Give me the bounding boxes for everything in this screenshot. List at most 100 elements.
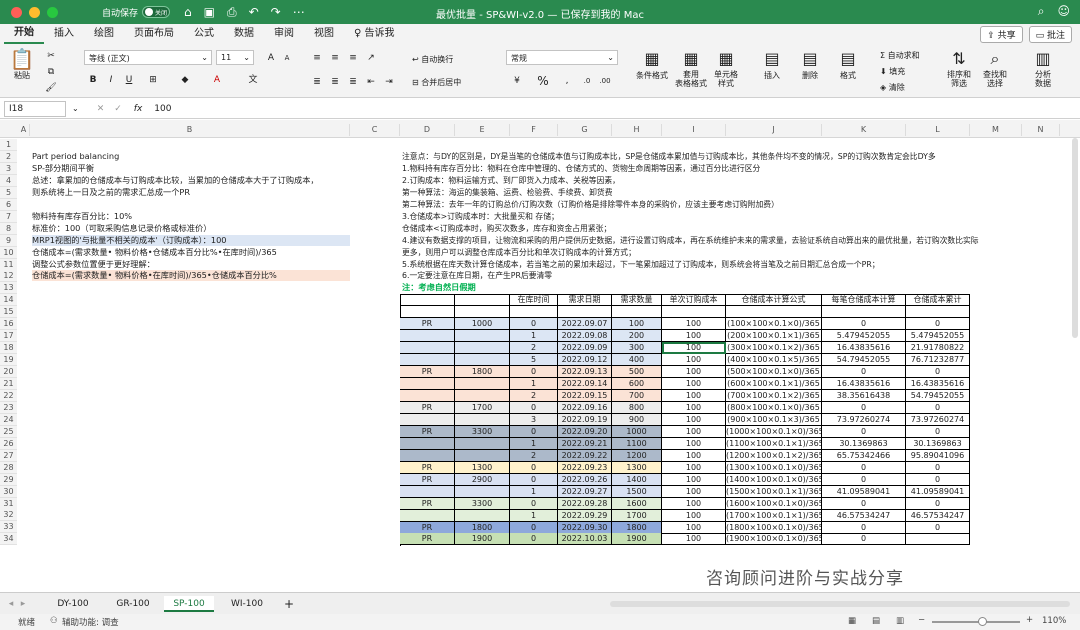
- column-header[interactable]: I: [662, 124, 726, 136]
- table-cell[interactable]: 2022.09.12: [558, 354, 612, 367]
- table-cell[interactable]: 2022.09.22: [558, 449, 612, 462]
- cancel-icon[interactable]: ✕: [97, 104, 105, 114]
- table-cell[interactable]: 1900: [455, 533, 510, 546]
- row-header[interactable]: 29: [0, 473, 17, 486]
- find-select-button[interactable]: ⌕ 查找和 选择: [978, 48, 1012, 88]
- account-icon[interactable]: ☺: [1057, 4, 1070, 19]
- table-cell[interactable]: 100: [662, 509, 726, 522]
- column-header[interactable]: M: [970, 124, 1022, 136]
- table-cell[interactable]: 0: [822, 425, 906, 438]
- row-header[interactable]: 20: [0, 366, 17, 379]
- table-cell[interactable]: 2: [510, 342, 558, 355]
- table-cell[interactable]: [455, 413, 510, 426]
- bold-icon[interactable]: B: [86, 74, 100, 86]
- table-cell[interactable]: (1600×100×0.1×0)/365: [726, 497, 822, 510]
- copy-icon[interactable]: ⧉: [44, 66, 58, 78]
- table-cell[interactable]: 100: [662, 437, 726, 450]
- analyze-data-button[interactable]: ▥ 分析 数据: [1026, 48, 1060, 88]
- cut-icon[interactable]: ✂: [44, 50, 58, 62]
- table-cell[interactable]: 2022.09.07: [558, 318, 612, 331]
- function-icon[interactable]: fx: [134, 104, 143, 114]
- table-cell[interactable]: 38.35616438: [822, 390, 906, 403]
- table-cell[interactable]: [455, 437, 510, 450]
- table-cell[interactable]: 2900: [455, 473, 510, 486]
- table-cell[interactable]: 0: [906, 366, 970, 379]
- normal-view-icon[interactable]: ▦: [848, 616, 856, 626]
- table-cell[interactable]: PR: [400, 461, 455, 474]
- table-cell[interactable]: (1700×100×0.1×1)/365: [726, 509, 822, 522]
- zoom-slider[interactable]: [932, 617, 1020, 626]
- table-cell[interactable]: [455, 449, 510, 462]
- table-cell[interactable]: 2022.09.15: [558, 390, 612, 403]
- table-cell[interactable]: 73.97260274: [906, 413, 970, 426]
- table-cell[interactable]: (400×100×0.1×5)/365: [726, 354, 822, 367]
- table-cell[interactable]: 0: [510, 425, 558, 438]
- table-cell[interactable]: 1300: [455, 461, 510, 474]
- table-cell[interactable]: 2022.09.21: [558, 437, 612, 450]
- row-header[interactable]: 13: [0, 282, 17, 295]
- table-cell[interactable]: 2022.09.13: [558, 366, 612, 379]
- table-cell[interactable]: 41.09589041: [906, 485, 970, 498]
- table-cell[interactable]: [400, 485, 455, 498]
- table-cell[interactable]: 5: [510, 354, 558, 367]
- table-cell[interactable]: 2022.09.28: [558, 497, 612, 510]
- table-cell[interactable]: 76.71232877: [906, 354, 970, 367]
- table-cell[interactable]: 100: [662, 461, 726, 474]
- table-cell[interactable]: [455, 330, 510, 343]
- tab-view[interactable]: 视图: [304, 25, 344, 43]
- table-cell[interactable]: (800×100×0.1×0)/365: [726, 402, 822, 414]
- table-cell[interactable]: (1900×100×0.1×0)/365: [726, 533, 822, 546]
- table-cell[interactable]: PR: [400, 497, 455, 510]
- fill-color-icon[interactable]: ◆: [178, 74, 192, 86]
- row-header[interactable]: 21: [0, 378, 17, 390]
- row-header[interactable]: 1: [0, 139, 17, 151]
- row-header[interactable]: 23: [0, 401, 17, 414]
- table-cell[interactable]: 1100: [612, 437, 662, 450]
- align-left-icon[interactable]: ≣: [310, 76, 324, 88]
- row-header[interactable]: 27: [0, 449, 17, 462]
- horizontal-scrollbar[interactable]: [610, 601, 1070, 607]
- decrease-indent-icon[interactable]: ⇤: [364, 76, 378, 88]
- table-cell[interactable]: 0: [510, 533, 558, 546]
- table-cell[interactable]: 600: [612, 378, 662, 391]
- border-icon[interactable]: ⊞: [146, 74, 160, 86]
- table-cell[interactable]: 1900: [612, 533, 662, 546]
- sheet-tab-sp-100[interactable]: SP-100: [164, 596, 214, 612]
- table-cell[interactable]: 100: [662, 402, 726, 414]
- table-cell[interactable]: 0: [906, 461, 970, 474]
- table-cell[interactable]: 54.79452055: [822, 354, 906, 367]
- increase-decimal-icon[interactable]: .0: [580, 75, 594, 87]
- insert-cells-button[interactable]: ▤ 插入: [756, 48, 788, 81]
- row-header[interactable]: 9: [0, 234, 17, 247]
- row-header[interactable]: 33: [0, 521, 17, 534]
- table-cell[interactable]: 0: [510, 497, 558, 510]
- decrease-decimal-icon[interactable]: .00: [598, 75, 612, 87]
- wrap-text-button[interactable]: ↩ 自动换行: [412, 54, 453, 65]
- orientation-icon[interactable]: ↗: [364, 52, 378, 64]
- table-cell[interactable]: 2022.09.30: [558, 521, 612, 534]
- table-cell[interactable]: 100: [662, 342, 726, 355]
- table-cell[interactable]: (600×100×0.1×1)/365: [726, 378, 822, 391]
- column-header[interactable]: J: [726, 124, 822, 136]
- table-cell[interactable]: [400, 509, 455, 522]
- table-cell[interactable]: 100: [662, 354, 726, 367]
- table-cell[interactable]: 16.43835616: [822, 342, 906, 355]
- row-header[interactable]: 34: [0, 533, 17, 546]
- table-cell[interactable]: (1000×100×0.1×0)/365: [726, 425, 822, 438]
- table-cell[interactable]: 500: [612, 366, 662, 379]
- align-top-icon[interactable]: ≡: [310, 52, 324, 64]
- share-button[interactable]: ⇪ 共享: [980, 26, 1023, 43]
- table-cell[interactable]: [400, 378, 455, 391]
- table-cell[interactable]: 100: [662, 378, 726, 391]
- confirm-icon[interactable]: ✓: [114, 104, 122, 114]
- table-cell[interactable]: 3300: [455, 425, 510, 438]
- scroll-right-icon[interactable]: ▸: [18, 596, 28, 612]
- column-header[interactable]: K: [822, 124, 906, 136]
- column-header[interactable]: N: [1022, 124, 1060, 136]
- table-cell[interactable]: [455, 485, 510, 498]
- paste-button[interactable]: 📋 粘贴: [8, 48, 36, 81]
- format-as-table-button[interactable]: ▦ 套用 表格格式: [672, 48, 710, 88]
- table-cell[interactable]: [400, 354, 455, 367]
- table-cell[interactable]: 46.57534247: [822, 509, 906, 522]
- column-header[interactable]: E: [455, 124, 510, 136]
